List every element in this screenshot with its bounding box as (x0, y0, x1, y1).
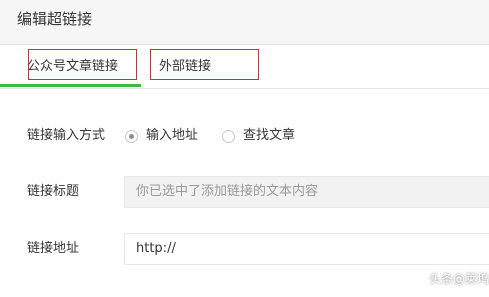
dialog-title: 编辑超链接 (17, 10, 93, 28)
tab-official-account-article-link[interactable]: 公众号文章链接 (27, 45, 118, 88)
watermark: 头条@莱坞 (412, 269, 489, 287)
dialog-header: 编辑超链接 (0, 0, 489, 45)
radio-enter-address[interactable] (125, 130, 138, 143)
link-input-mode-label: 链接输入方式 (27, 128, 106, 143)
radio-find-article-label[interactable]: 查找文章 (243, 127, 295, 145)
link-title-label: 链接标题 (27, 184, 80, 199)
link-title-field: 你已选中了添加链接的文本内容 (124, 176, 489, 208)
link-url-input[interactable]: http:// (124, 233, 489, 265)
tab-external-link[interactable]: 外部链接 (159, 45, 211, 88)
active-tab-indicator (0, 84, 141, 87)
radio-enter-address-label[interactable]: 输入地址 (146, 127, 198, 145)
tab-bar: 公众号文章链接 外部链接 (0, 45, 489, 89)
toutiao-logo-icon (412, 271, 426, 285)
watermark-text: 头条@莱坞 (429, 271, 489, 286)
tab-label: 外部链接 (159, 59, 212, 74)
radio-find-article[interactable] (222, 130, 235, 143)
tab-label: 公众号文章链接 (27, 59, 119, 74)
link-url-label: 链接地址 (27, 241, 80, 256)
